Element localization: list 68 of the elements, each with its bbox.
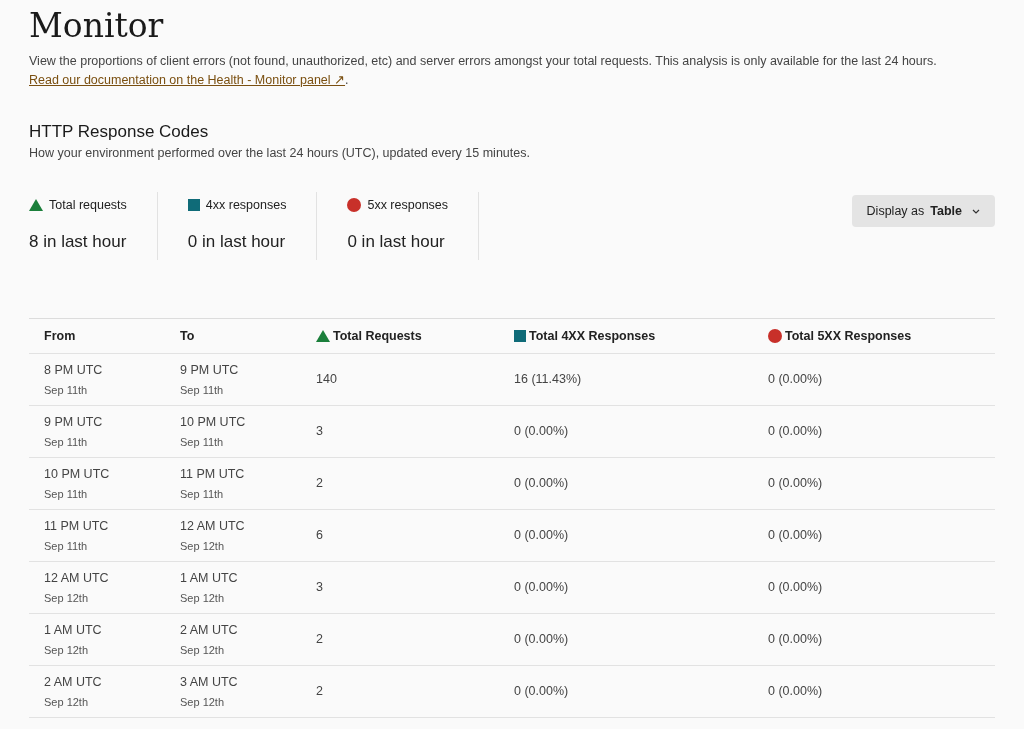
documentation-link[interactable]: Read our documentation on the Health - Monitor panel ↗ bbox=[29, 71, 346, 90]
date-text: Sep 12th bbox=[180, 590, 225, 606]
table-cell: 0 (0.00%) bbox=[768, 476, 823, 491]
table-cell-text: 10 PM UTC bbox=[180, 413, 246, 431]
table-cell: 0 (0.00%) bbox=[514, 476, 569, 491]
table-cell-text: 3 AM UTC bbox=[180, 673, 238, 691]
column-header: To bbox=[180, 327, 195, 345]
display-as-dropdown[interactable]: Display as Table bbox=[851, 195, 995, 227]
table-cell: 16 (11.43%) bbox=[514, 372, 582, 387]
stat-value: 0 in last hour bbox=[187, 230, 286, 253]
table-cell-text: 10 PM UTC bbox=[44, 465, 110, 483]
table-cell-text: 12 AM UTC bbox=[180, 517, 245, 535]
column-header: Total 4XX Responses bbox=[529, 327, 656, 345]
stat-label: 5xx responses bbox=[367, 197, 449, 214]
stat-value: 0 in last hour bbox=[347, 230, 445, 253]
table-cell-text: 11 PM UTC bbox=[44, 517, 109, 535]
column-header: Total 5XX Responses bbox=[785, 327, 912, 345]
table-cell: 0 (0.00%) bbox=[768, 580, 823, 595]
table-cell-text: 8 PM UTC bbox=[44, 361, 103, 379]
table-cell-text: 2 AM UTC bbox=[44, 673, 102, 691]
table-cell: 0 (0.00%) bbox=[768, 684, 823, 699]
table-cell: 2 bbox=[316, 684, 323, 699]
table-cell: 2 bbox=[316, 632, 323, 647]
date-text: Sep 12th bbox=[180, 538, 225, 554]
table-cell-text: 11 PM UTC bbox=[180, 465, 245, 483]
date-text: Sep 11th bbox=[44, 382, 88, 398]
table-cell-text: 9 PM UTC bbox=[180, 361, 239, 379]
period-text: . bbox=[345, 72, 349, 89]
column-header: From bbox=[44, 327, 76, 345]
table-cell: 2 bbox=[316, 476, 323, 491]
table-cell: 3 bbox=[316, 424, 323, 439]
page-title: Monitor bbox=[29, 5, 164, 47]
table-cell-text: 2 AM UTC bbox=[180, 621, 238, 639]
table-cell-text: 1 AM UTC bbox=[44, 621, 102, 639]
chevron-down-icon bbox=[972, 208, 980, 214]
table-cell: 3 bbox=[316, 580, 323, 595]
table-cell-text: 9 PM UTC bbox=[44, 413, 103, 431]
table-cell: 0 (0.00%) bbox=[768, 424, 823, 439]
date-text: Sep 12th bbox=[44, 590, 89, 606]
date-text: Sep 12th bbox=[180, 642, 225, 658]
stat-value: 8 in last hour bbox=[29, 230, 127, 253]
date-text: Sep 12th bbox=[44, 642, 89, 658]
date-text: Sep 11th bbox=[180, 382, 224, 398]
stat-label: 4xx responses bbox=[205, 197, 287, 214]
table-cell-text: 1 AM UTC bbox=[180, 569, 238, 587]
date-text: Sep 12th bbox=[180, 694, 225, 710]
date-text: Sep 11th bbox=[180, 434, 224, 450]
table-cell: 0 (0.00%) bbox=[514, 580, 569, 595]
table-cell: 0 (0.00%) bbox=[514, 528, 569, 543]
date-text: Sep 12th bbox=[44, 694, 89, 710]
table-cell-text: 12 AM UTC bbox=[44, 569, 109, 587]
table-cell: 140 bbox=[316, 372, 337, 387]
table-cell: 6 bbox=[316, 528, 323, 543]
table-cell: 0 (0.00%) bbox=[768, 528, 823, 543]
column-header: Total Requests bbox=[333, 327, 422, 345]
stat-label: Total requests bbox=[49, 197, 127, 214]
section-title: HTTP Response Codes bbox=[29, 121, 209, 143]
table-cell: 0 (0.00%) bbox=[514, 632, 569, 647]
date-text: Sep 11th bbox=[44, 434, 88, 450]
date-text: Sep 11th bbox=[180, 486, 224, 502]
date-text: Sep 11th bbox=[44, 538, 88, 554]
table-cell: 0 (0.00%) bbox=[514, 684, 569, 699]
date-text: Sep 11th bbox=[44, 486, 88, 502]
table-cell: 0 (0.00%) bbox=[768, 372, 823, 387]
section-subtitle: How your environment performed over the last 24 hours (UTC), updated every 15 minutes. bbox=[29, 145, 530, 162]
page-description: View the proportions of client errors (not found, unauthorized, etc) and server errors amongst your total requests. This analysis is only available for the last 24 hours. bbox=[29, 53, 937, 70]
table-cell: 0 (0.00%) bbox=[514, 424, 569, 439]
table-cell: 0 (0.00%) bbox=[768, 632, 823, 647]
